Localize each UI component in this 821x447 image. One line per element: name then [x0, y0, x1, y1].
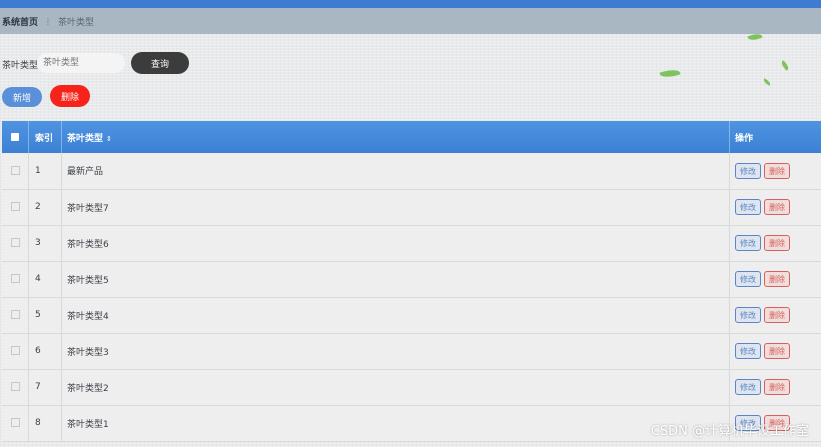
row-index: 4: [28, 261, 62, 297]
select-all-checkbox[interactable]: [11, 132, 19, 141]
row-type: 茶叶类型4: [61, 297, 730, 333]
table-row: 4 茶叶类型5 修改 删除: [2, 261, 821, 297]
row-checkbox[interactable]: [10, 346, 20, 355]
add-button[interactable]: 新增: [2, 87, 42, 107]
row-delete-button[interactable]: 删除: [764, 271, 790, 287]
row-checkbox[interactable]: [10, 165, 20, 175]
row-index: 5: [28, 297, 62, 333]
row-checkbox[interactable]: [10, 202, 20, 211]
query-button[interactable]: 查询: [131, 52, 189, 74]
leaf-decoration: [659, 67, 681, 80]
row-actions: 修改 删除: [729, 297, 821, 333]
row-select-cell: [2, 261, 29, 297]
row-index: 3: [28, 225, 62, 261]
search-label: 茶叶类型: [2, 61, 39, 71]
row-actions: 修改 删除: [729, 333, 821, 369]
row-select-cell: [2, 153, 29, 189]
search-input[interactable]: [37, 53, 125, 73]
row-select-cell: [2, 369, 29, 405]
row-actions: 修改 删除: [729, 189, 821, 225]
row-delete-button[interactable]: 删除: [764, 199, 790, 215]
data-table: 索引 茶叶类型 ⇕ 操作 1 最新产品 修改 删除 2 茶叶类型7 修改 删除 3 茶…: [2, 121, 821, 442]
edit-button[interactable]: 修改: [735, 271, 761, 287]
edit-button[interactable]: 修改: [735, 199, 761, 215]
row-select-cell: [2, 405, 29, 441]
table-row: 6 茶叶类型3 修改 删除: [2, 333, 821, 369]
row-type: 最新产品: [61, 153, 730, 189]
row-checkbox[interactable]: [10, 382, 20, 391]
row-type: 茶叶类型1: [61, 405, 730, 441]
row-delete-button[interactable]: 删除: [764, 379, 790, 395]
edit-button[interactable]: 修改: [735, 235, 761, 251]
row-checkbox[interactable]: [10, 238, 20, 247]
edit-button[interactable]: 修改: [735, 379, 761, 395]
top-strip: [0, 0, 821, 8]
row-type: 茶叶类型7: [61, 189, 730, 225]
sort-icon[interactable]: ⇕: [106, 135, 112, 143]
table-row: 1 最新产品 修改 删除: [2, 153, 821, 189]
watermark: CSDN @计算机毕设工作室: [650, 424, 809, 439]
column-header-index: 索引: [28, 121, 62, 153]
row-checkbox[interactable]: [10, 310, 20, 319]
row-actions: 修改 删除: [729, 153, 821, 189]
row-checkbox[interactable]: [10, 274, 20, 283]
leaf-decoration: [779, 60, 791, 71]
row-type: 茶叶类型6: [61, 225, 730, 261]
row-index: 2: [28, 189, 62, 225]
edit-button[interactable]: 修改: [735, 307, 761, 323]
edit-button[interactable]: 修改: [735, 162, 761, 179]
breadcrumb-home[interactable]: 系统首页: [2, 15, 38, 28]
column-header-type[interactable]: 茶叶类型 ⇕: [61, 121, 730, 153]
breadcrumb-separator: ⋮: [44, 16, 53, 26]
row-select-cell: [2, 189, 29, 225]
row-delete-button[interactable]: 删除: [764, 343, 790, 359]
row-select-cell: [2, 297, 29, 333]
breadcrumb: 系统首页 ⋮ 茶叶类型: [0, 8, 821, 34]
row-delete-button[interactable]: 删除: [764, 307, 790, 323]
row-actions: 修改 删除: [729, 225, 821, 261]
table-row: 5 茶叶类型4 修改 删除: [2, 297, 821, 333]
row-delete-button[interactable]: 删除: [764, 162, 790, 179]
row-index: 1: [28, 153, 62, 189]
row-index: 6: [28, 333, 62, 369]
row-select-cell: [2, 225, 29, 261]
row-type: 茶叶类型3: [61, 333, 730, 369]
column-header-type-label: 茶叶类型: [67, 133, 104, 144]
row-index: 8: [28, 405, 62, 441]
column-header-operation: 操作: [729, 121, 821, 153]
row-actions: 修改 删除: [729, 261, 821, 297]
table-row: 3 茶叶类型6 修改 删除: [2, 225, 821, 261]
row-checkbox[interactable]: [10, 418, 20, 427]
table-row: 2 茶叶类型7 修改 删除: [2, 189, 821, 225]
row-actions: 修改 删除: [729, 369, 821, 405]
row-select-cell: [2, 333, 29, 369]
row-delete-button[interactable]: 删除: [764, 235, 790, 251]
breadcrumb-current: 茶叶类型: [58, 17, 95, 28]
leaf-decoration: [762, 78, 772, 86]
select-all-cell: [2, 121, 29, 153]
row-type: 茶叶类型2: [61, 369, 730, 405]
table-header-row: 索引 茶叶类型 ⇕ 操作: [2, 121, 821, 153]
table-row: 7 茶叶类型2 修改 删除: [2, 369, 821, 405]
delete-button[interactable]: 删除: [50, 85, 90, 107]
edit-button[interactable]: 修改: [735, 343, 761, 359]
row-index: 7: [28, 369, 62, 405]
row-type: 茶叶类型5: [61, 261, 730, 297]
